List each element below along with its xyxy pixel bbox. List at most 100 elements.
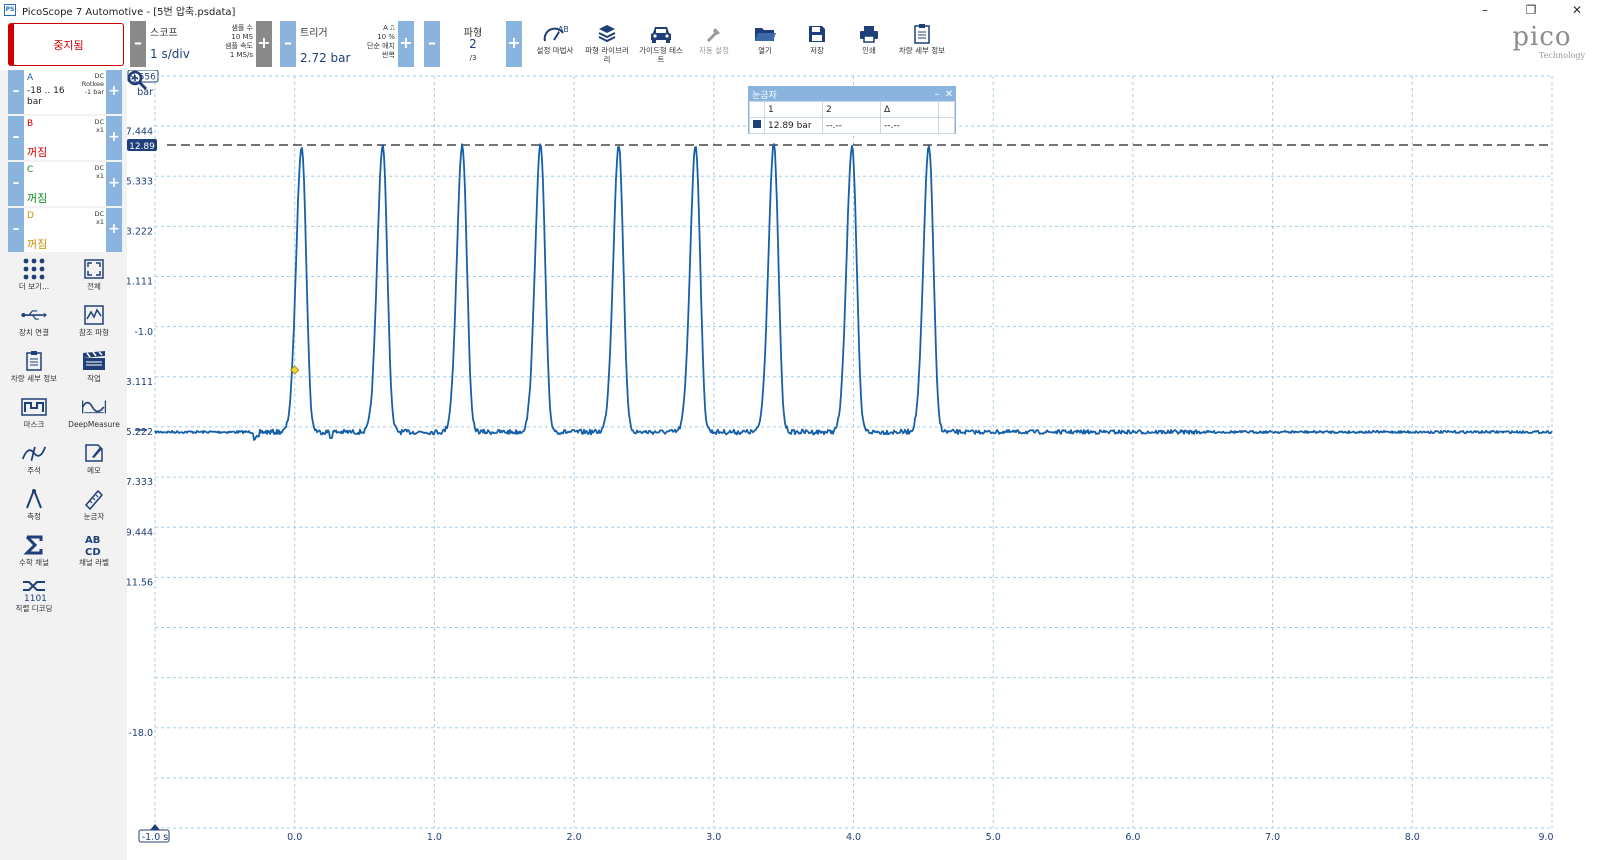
- x-tick-label: 7.0: [1265, 832, 1280, 843]
- vehicle-details-button[interactable]: 차량 세부 정보: [894, 22, 950, 68]
- waveform-library-button[interactable]: 파형 라이브러리: [582, 22, 632, 68]
- usb-icon: [21, 302, 47, 328]
- serial-decoding-icon: 1101: [21, 578, 47, 604]
- left-tool-label: 측정: [27, 512, 41, 521]
- trigger-body[interactable]: 트리거 2.72 bar A ⎍ 10 % 단순 에지 반복: [296, 21, 398, 67]
- library-icon: [594, 22, 620, 46]
- left-tool-fullscreen-button[interactable]: 전체: [64, 256, 124, 300]
- channel-range-value: -18 .. 16: [27, 86, 65, 96]
- channel-range: -18 .. 16 bar: [27, 86, 65, 108]
- print-button[interactable]: 인쇄: [848, 22, 890, 68]
- channel-d-minus-button[interactable]: –: [8, 208, 24, 252]
- channel-a-minus-button[interactable]: –: [8, 70, 24, 114]
- timebase-body[interactable]: 스코프 1 s/div 샘플 수 10 MS 샘플 속도 1 MS/s: [146, 21, 256, 67]
- channel-b-plus-button[interactable]: +: [106, 116, 122, 160]
- left-tool-grid-dots-button[interactable]: 더 보기...: [4, 256, 64, 300]
- trigger-value: 2.72 bar: [300, 51, 351, 65]
- x-tick-label: -1.0 s: [142, 832, 169, 843]
- auto-setup-icon: [701, 22, 727, 46]
- timebase-plus-button[interactable]: +: [256, 21, 272, 67]
- svg-text:AB: AB: [558, 25, 568, 34]
- channel-b-minus-button[interactable]: –: [8, 116, 24, 160]
- channel-d-plus-button[interactable]: +: [106, 208, 122, 252]
- samples-value: 10 MS: [231, 33, 253, 41]
- left-tool-deepmeasure-button[interactable]: DeepMeasure: [64, 394, 124, 438]
- open-button[interactable]: 열기: [744, 22, 786, 68]
- left-tool-notes-button[interactable]: 메모: [64, 440, 124, 484]
- y-tick-label: -18.0: [128, 728, 153, 739]
- wizard-icon: AB: [542, 22, 568, 46]
- timebase-minus-button[interactable]: –: [130, 21, 146, 67]
- ruler-window-close-button[interactable]: ✕: [943, 89, 955, 100]
- save-icon: [804, 22, 830, 46]
- left-tool-measure-button[interactable]: 측정: [4, 486, 64, 530]
- print-icon: [856, 22, 882, 46]
- left-tool-serial-decoding-button[interactable]: 1101 직렬 디코딩: [4, 578, 64, 622]
- ruler-window-title: 눈금자: [752, 90, 777, 101]
- channel-d-body[interactable]: D 꺼짐 DC x1: [24, 208, 106, 252]
- channel-letter: B: [27, 119, 34, 129]
- channel-b-control: – B 꺼짐 DC x1 +: [8, 116, 122, 160]
- left-tool-label: 직렬 디코딩: [15, 604, 53, 613]
- sample-rate-label: 샘플 속도: [225, 42, 253, 50]
- maximize-button[interactable]: ❐: [1508, 0, 1554, 20]
- stop-button[interactable]: 중지됨: [8, 23, 124, 66]
- waveform-plus-button[interactable]: +: [506, 21, 522, 67]
- timebase-control: – 스코프 1 s/div 샘플 수 10 MS 샘플 속도 1 MS/s +: [130, 21, 272, 67]
- auto-setup-label: 자동 설정: [699, 46, 729, 55]
- left-tool-label: 마스크: [23, 420, 45, 429]
- left-tool-clipboard-button[interactable]: 차량 세부 정보: [4, 348, 64, 392]
- ruler-header-cell: 1: [764, 101, 823, 118]
- ruler-window-header[interactable]: 눈금자 – ✕: [749, 87, 955, 101]
- channel-b-body[interactable]: B 꺼짐 DC x1: [24, 116, 106, 160]
- channel-d-control: – D 꺼짐 DC x1 +: [8, 208, 122, 252]
- channel-a-plus-button[interactable]: +: [106, 70, 122, 114]
- left-tool-annotation-button[interactable]: 주석: [4, 440, 64, 484]
- waveform-body[interactable]: 파형 2 /3: [440, 21, 506, 67]
- close-button[interactable]: ✕: [1554, 0, 1600, 20]
- minimize-button[interactable]: –: [1462, 0, 1508, 20]
- left-tool-clapper-button[interactable]: 작업: [64, 348, 124, 392]
- coupling-value: DC: [94, 210, 104, 218]
- ruler-header-cell: [938, 101, 955, 118]
- x-tick-label: 0.0: [287, 832, 302, 843]
- trigger-channel: A: [383, 24, 388, 32]
- left-tool-label: DeepMeasure: [68, 420, 120, 429]
- x-tick-label: 3.0: [706, 832, 721, 843]
- left-tool-reference-waveform-button[interactable]: 참조 파형: [64, 302, 124, 346]
- grid-dots-icon: [21, 256, 47, 282]
- trigger-plus-button[interactable]: +: [398, 21, 414, 67]
- channel-c-body[interactable]: C 꺼짐 DC x1: [24, 162, 106, 206]
- channel-c-plus-button[interactable]: +: [106, 162, 122, 206]
- guided-test-button[interactable]: 가이드형 테스트: [636, 22, 686, 68]
- channel-a-body[interactable]: A -18 .. 16 bar DC Rotkee -1 bar: [24, 70, 106, 114]
- left-tool-channel-labels-button[interactable]: AB CD 채널 라벨: [64, 532, 124, 576]
- trigger-control: – 트리거 2.72 bar A ⎍ 10 % 단순 에지 반복 +: [280, 21, 414, 67]
- waveform-total: /3: [469, 54, 477, 62]
- measure-icon: [21, 486, 47, 512]
- channel-state: 꺼짐: [27, 192, 48, 205]
- trigger-details: A ⎍ 10 % 단순 에지 반복: [367, 24, 395, 60]
- ruler-window[interactable]: 눈금자 – ✕ 1 2 Δ 12.89 bar --.-- --.--: [748, 86, 956, 134]
- left-tool-usb-button[interactable]: 장치 연결: [4, 302, 64, 346]
- setup-wizard-button[interactable]: AB 설정 마법사: [532, 22, 578, 68]
- ruler-header-cell: 2: [822, 101, 881, 118]
- waveform-minus-button[interactable]: –: [424, 21, 440, 67]
- sample-rate-value: 1 MS/s: [229, 51, 253, 59]
- channel-c-minus-button[interactable]: –: [8, 162, 24, 206]
- zoom-icon[interactable]: [127, 70, 149, 92]
- save-button[interactable]: 저장: [796, 22, 838, 68]
- left-tool-sigma-button[interactable]: 수학 채널: [4, 532, 64, 576]
- scope-view[interactable]: 7.444 5.333 3.222 1.111 -1.0 -3.111 -5.222 -7.3…: [127, 70, 1600, 860]
- trigger-minus-button[interactable]: –: [280, 21, 296, 67]
- left-tool-mask-button[interactable]: 마스크: [4, 394, 64, 438]
- left-tool-ruler-button[interactable]: 눈금자: [64, 486, 124, 530]
- x-tick-label: 6.0: [1125, 832, 1140, 843]
- ruler-window-minimize-button[interactable]: –: [931, 89, 943, 100]
- ruler-value-2: --.--: [822, 117, 881, 134]
- y-tick-label: -9.444: [127, 527, 153, 538]
- left-tool-label: 전체: [87, 282, 101, 291]
- scale-value: x1: [96, 126, 104, 134]
- auto-setup-button[interactable]: 자동 설정: [692, 22, 736, 68]
- scope-plot[interactable]: 7.444 5.333 3.222 1.111 -1.0 -3.111 -5.222 -7.3…: [127, 70, 1600, 860]
